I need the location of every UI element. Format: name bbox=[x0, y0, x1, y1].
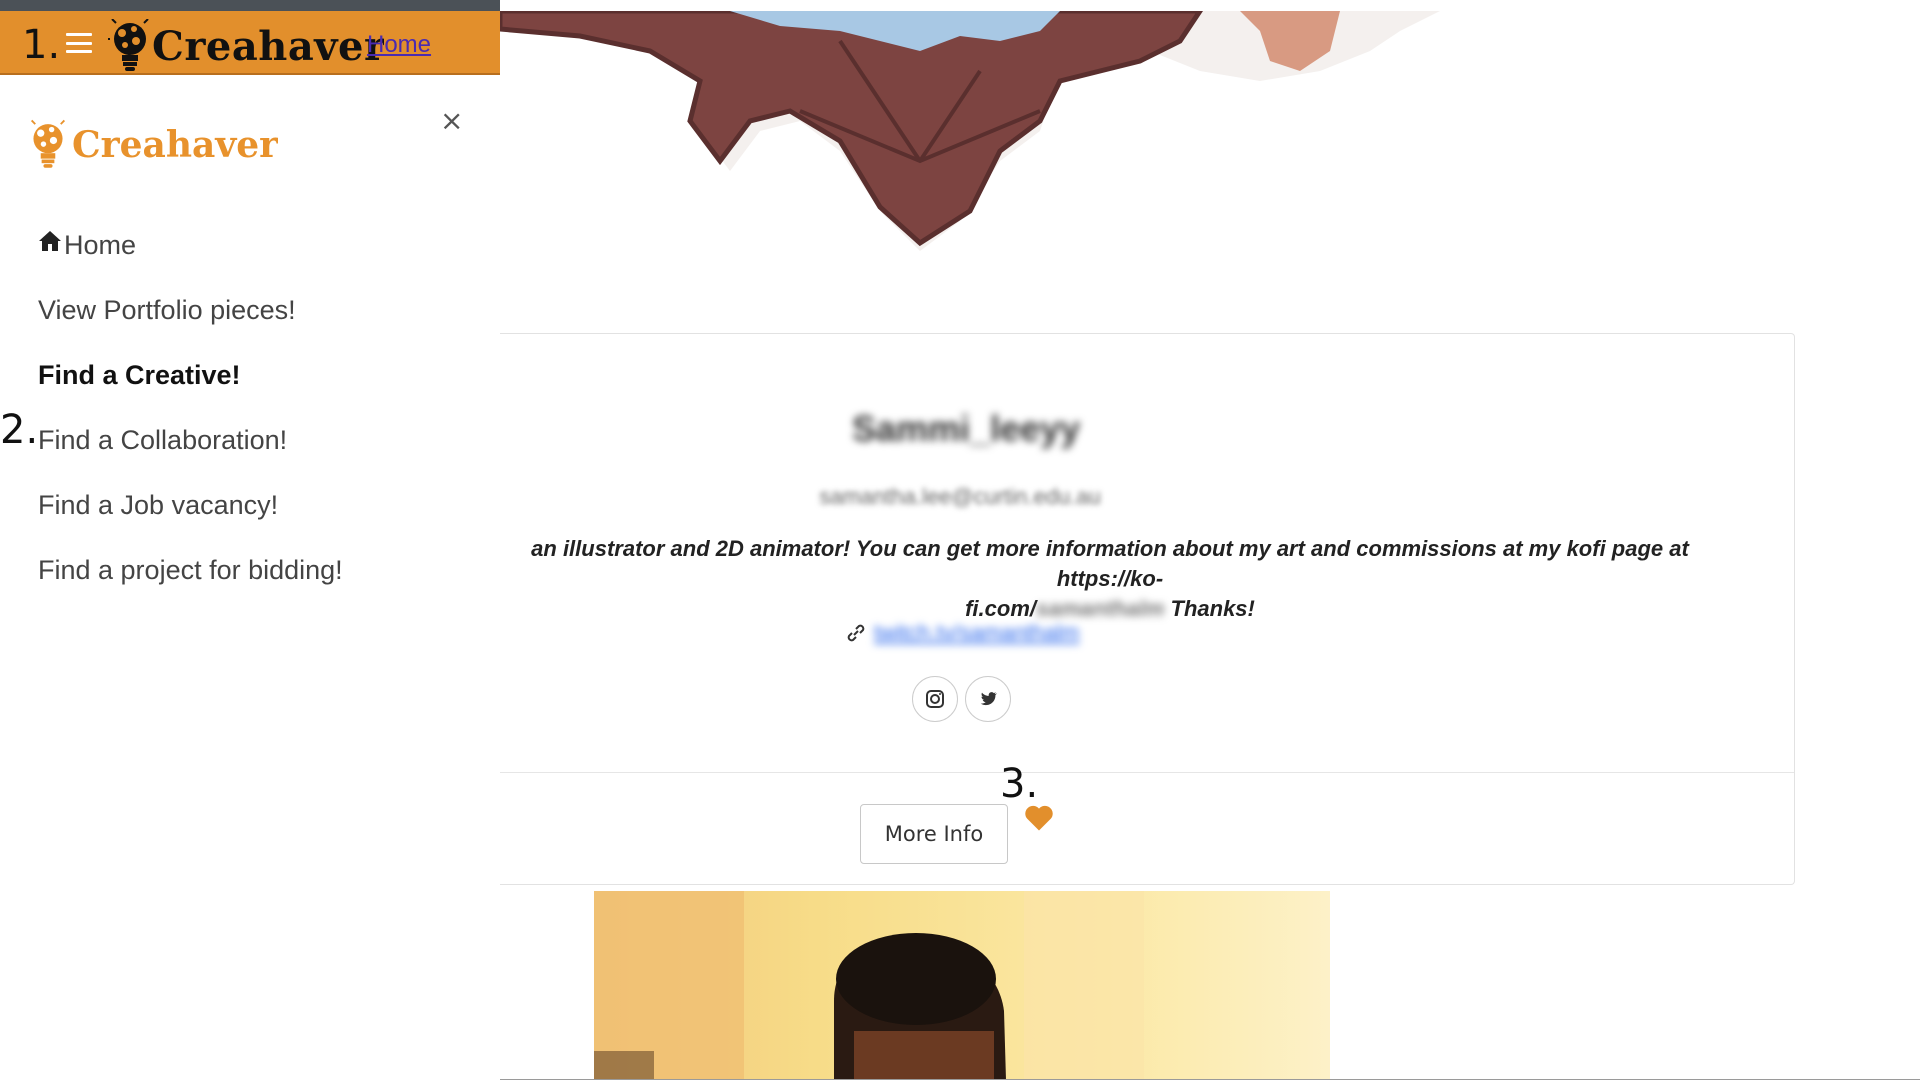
instagram-button[interactable] bbox=[912, 676, 958, 722]
sidebar-item-label: Find a Collaboration! bbox=[38, 425, 288, 455]
profile-link-row: twitch.tv/samanthalm bbox=[846, 620, 1079, 646]
main-content: Sammi_leeyy samantha.lee@curtin.edu.au a… bbox=[500, 11, 1920, 1080]
profile-bio: an illustrator and 2D animator! You can … bbox=[500, 534, 1720, 624]
window-top-strip bbox=[0, 0, 500, 11]
instagram-icon bbox=[926, 690, 944, 708]
sidebar-item-find-creative[interactable]: Find a Creative! bbox=[38, 343, 343, 408]
sidebar-menu: × Creahaver Home View Portfolio pieces! … bbox=[0, 75, 500, 1080]
bio-line-2: fi.com/samanthalm Thanks! bbox=[500, 594, 1720, 624]
header-logo[interactable]: Creahaver bbox=[108, 19, 384, 73]
close-icon[interactable]: × bbox=[440, 107, 463, 135]
sidebar-item-find-job[interactable]: Find a Job vacancy! bbox=[38, 473, 343, 538]
header-brand-text: Creahaver bbox=[152, 22, 384, 70]
sidebar-item-find-collaboration[interactable]: Find a Collaboration! bbox=[38, 408, 343, 473]
sidebar-item-label: Home bbox=[64, 230, 137, 260]
step-label-3: 3. bbox=[1000, 761, 1039, 807]
sidebar-nav: Home View Portfolio pieces! Find a Creat… bbox=[38, 213, 343, 603]
sidebar-logo[interactable]: Creahaver bbox=[28, 117, 278, 173]
sidebar-brand-text: Creahaver bbox=[72, 124, 278, 166]
sidebar-item-label: Find a project for bidding! bbox=[38, 555, 343, 585]
sidebar-item-label: Find a Creative! bbox=[38, 360, 241, 390]
bio-line-2-start: fi.com/ bbox=[965, 596, 1037, 621]
bio-line-2-end: Thanks! bbox=[1164, 596, 1255, 621]
sidebar-item-label: View Portfolio pieces! bbox=[38, 295, 296, 325]
next-profile-photo bbox=[594, 891, 1330, 1080]
sidebar-item-portfolio[interactable]: View Portfolio pieces! bbox=[38, 278, 343, 343]
card-divider bbox=[500, 772, 1794, 773]
profile-external-link[interactable]: twitch.tv/samanthalm bbox=[874, 620, 1079, 646]
step-label-2: 2. bbox=[0, 407, 39, 453]
lightbulb-logo-icon bbox=[30, 119, 66, 168]
twitter-icon bbox=[980, 692, 998, 706]
profile-email: samantha.lee@curtin.edu.au bbox=[819, 484, 1101, 509]
twitter-button[interactable] bbox=[965, 676, 1011, 722]
sidebar-item-find-project[interactable]: Find a project for bidding! bbox=[38, 538, 343, 603]
top-navbar: 1. Creahaver Home bbox=[0, 11, 500, 75]
bio-line-1: an illustrator and 2D animator! You can … bbox=[531, 536, 1689, 591]
header-home-link[interactable]: Home bbox=[367, 31, 431, 59]
link-icon bbox=[847, 624, 865, 642]
heart-icon[interactable] bbox=[1024, 804, 1054, 832]
sidebar-item-label: Find a Job vacancy! bbox=[38, 490, 279, 520]
bio-line-2-blurred: samanthalm bbox=[1036, 596, 1165, 621]
profile-username: Sammi_leeyy bbox=[852, 408, 1081, 449]
more-info-button[interactable]: More Info bbox=[860, 804, 1008, 864]
profile-card: Sammi_leeyy samantha.lee@curtin.edu.au a… bbox=[500, 333, 1795, 885]
profile-artwork-image bbox=[500, 11, 1500, 271]
step-label-1: 1. bbox=[22, 22, 61, 68]
sidebar-item-home[interactable]: Home bbox=[38, 213, 343, 278]
lightbulb-logo-icon bbox=[108, 19, 149, 71]
hamburger-icon[interactable] bbox=[66, 33, 92, 53]
home-icon bbox=[39, 230, 61, 251]
